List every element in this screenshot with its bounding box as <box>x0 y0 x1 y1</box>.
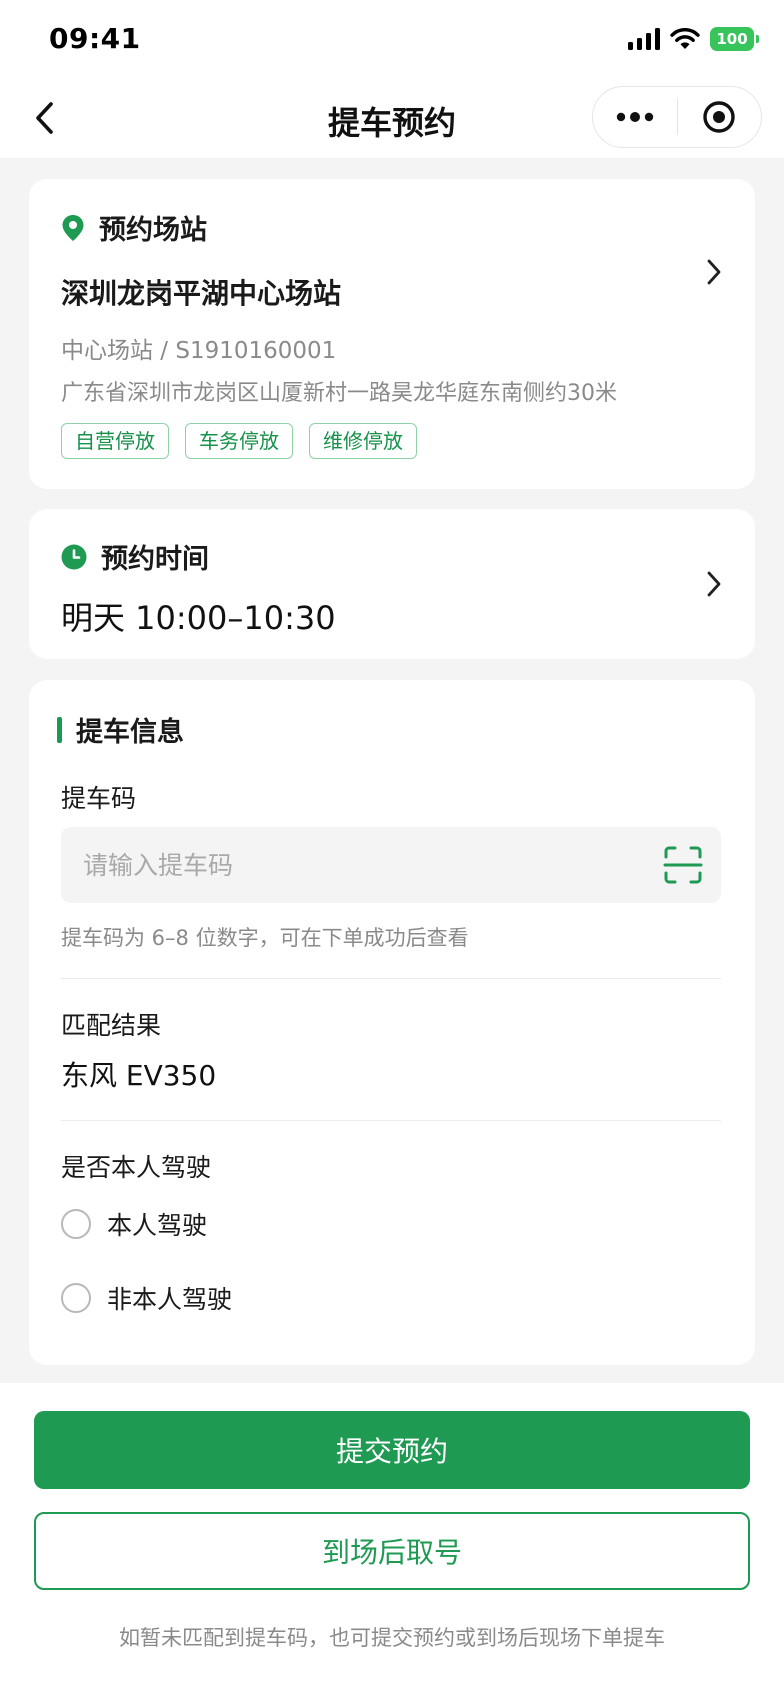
station-name: 深圳龙岗平湖中心场站 <box>61 277 342 310</box>
pickup-code-label: 提车码 <box>61 784 137 813</box>
status-icons: 100 <box>628 24 759 54</box>
status-bar: 09:41 100 <box>0 0 784 78</box>
station-tag: 自营停放 <box>61 423 169 459</box>
radio-label: 非本人驾驶 <box>107 1285 233 1314</box>
pickup-info-header: 提车信息 <box>57 710 184 749</box>
clock-icon <box>61 544 87 569</box>
pickup-code-input[interactable] <box>83 827 643 903</box>
pickup-info-title: 提车信息 <box>76 717 184 748</box>
match-result-value: 东风 EV350 <box>61 1059 217 1092</box>
station-code: 中心场站 / S1910160001 <box>61 338 337 364</box>
pickup-code-hint: 提车码为 6–8 位数字，可在下单成功后查看 <box>61 926 469 950</box>
radio-label: 本人驾驶 <box>107 1211 208 1240</box>
appointment-time-value: 明天 10:00–10:30 <box>61 599 336 637</box>
mini-program-capsule <box>592 86 762 148</box>
section-accent-bar <box>57 716 62 743</box>
appointment-time-card[interactable]: 预约时间 明天 10:00–10:30 <box>29 509 755 659</box>
chevron-right-icon <box>707 571 721 597</box>
more-dots-icon <box>616 112 653 122</box>
station-tag: 维修停放 <box>309 423 417 459</box>
radio-not-self-drive[interactable]: 非本人驾驶 <box>61 1280 232 1316</box>
wifi-icon <box>670 28 700 49</box>
station-card[interactable]: 预约场站 深圳龙岗平湖中心场站 中心场站 / S1910160001 广东省深圳… <box>29 179 755 489</box>
location-pin-icon <box>62 214 84 241</box>
battery-level: 100 <box>716 30 748 48</box>
nav-bar: 提车预约 <box>0 78 784 158</box>
match-result-label: 匹配结果 <box>61 1011 162 1040</box>
bottom-note: 如暂未匹配到提车码，也可提交预约或到场后现场下单提车 <box>119 1626 665 1650</box>
time-section-label: 预约时间 <box>101 544 209 575</box>
close-mini-program-button[interactable] <box>678 87 762 147</box>
station-card-header: 预约场站 <box>61 208 207 247</box>
radio-self-drive[interactable]: 本人驾驶 <box>61 1206 207 1242</box>
station-tag: 车务停放 <box>185 423 293 459</box>
battery-indicator: 100 <box>710 27 759 51</box>
time-card-header: 预约时间 <box>61 537 209 576</box>
station-section-label: 预约场站 <box>99 215 207 246</box>
more-button[interactable] <box>593 87 677 147</box>
submit-appointment-button[interactable]: 提交预约 <box>34 1411 750 1489</box>
signal-icon <box>628 28 660 50</box>
station-address: 广东省深圳市龙岗区山厦新村一路昊龙华庭东南侧约30米 <box>61 381 617 406</box>
target-icon <box>703 101 735 133</box>
chevron-right-icon <box>707 259 721 285</box>
scan-icon[interactable] <box>663 845 703 885</box>
pickup-info-card: 提车信息 提车码 提车码为 6–8 位数字，可在下单成功后查看 匹配结果 东风 … <box>29 680 755 1365</box>
onsite-ticket-button[interactable]: 到场后取号 <box>34 1512 750 1590</box>
divider <box>61 978 721 979</box>
onsite-button-label: 到场后取号 <box>321 1536 462 1569</box>
status-time: 09:41 <box>49 22 141 55</box>
submit-button-label: 提交预约 <box>335 1435 448 1468</box>
self-drive-label: 是否本人驾驶 <box>61 1153 212 1182</box>
divider <box>61 1120 721 1121</box>
pickup-code-input-box <box>61 827 721 903</box>
bottom-action-area: 提交预约 到场后取号 如暂未匹配到提车码，也可提交预约或到场后现场下单提车 <box>0 1383 784 1696</box>
station-tags: 自营停放 车务停放 维修停放 <box>61 423 417 459</box>
radio-circle[interactable] <box>61 1283 91 1313</box>
radio-circle[interactable] <box>61 1209 91 1239</box>
